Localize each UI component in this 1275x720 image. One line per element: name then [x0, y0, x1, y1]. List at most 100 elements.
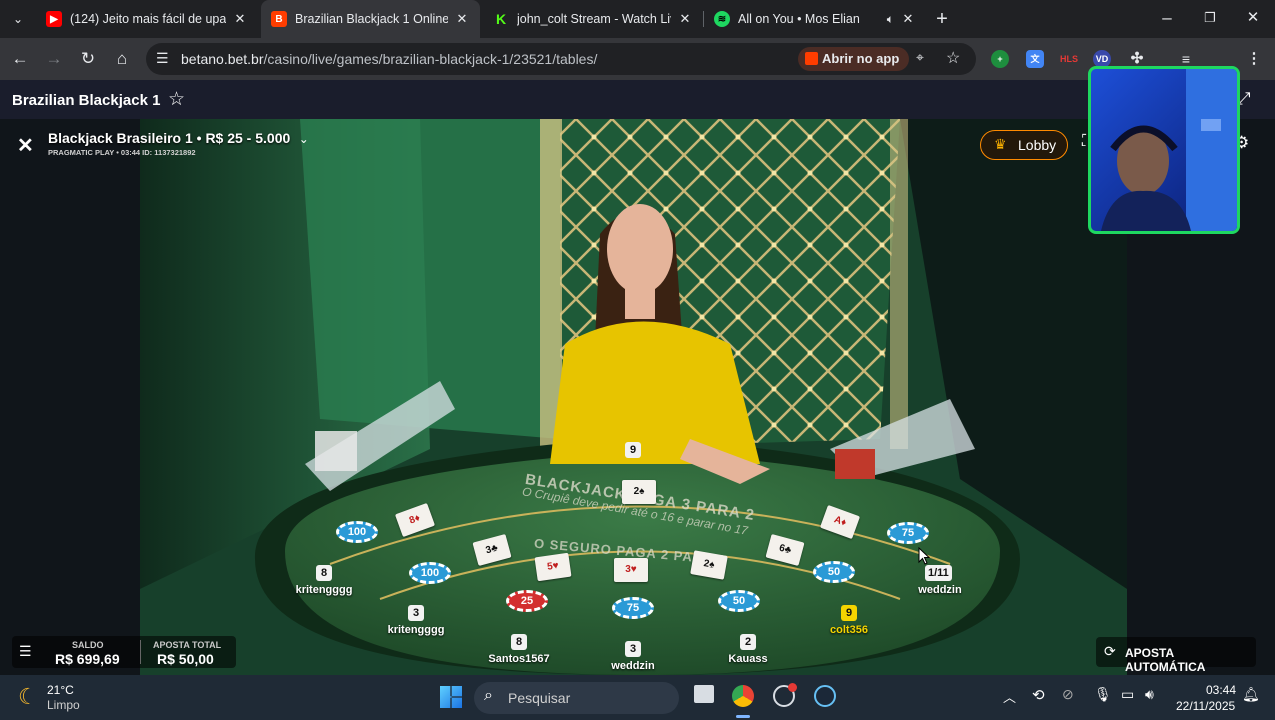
player-name: Santos1567	[488, 653, 550, 665]
table-name: Blackjack Brasileiro 1 • R$ 25 - 5.000	[48, 130, 291, 146]
refresh-cycle-icon: ⟳	[1104, 643, 1116, 659]
close-icon[interactable]: ✕	[454, 11, 470, 27]
streamer-silhouette	[1101, 69, 1237, 231]
tab-youtube[interactable]: ▶ (124) Jeito mais fácil de upar an ✕	[36, 0, 258, 38]
forward-icon[interactable]: →	[42, 47, 66, 71]
new-tab-button[interactable]: +	[930, 7, 954, 31]
notifications-bell-icon[interactable]: 🔔︎	[1242, 686, 1260, 703]
chrome-icon[interactable]	[732, 685, 754, 707]
extension-hls-icon[interactable]: HLS	[1058, 50, 1080, 68]
total-bet-label: APOSTA TOTAL	[153, 640, 222, 650]
microphone-icon[interactable]: 🎙︎	[1094, 686, 1112, 703]
translate-icon[interactable]: 文	[1026, 50, 1044, 68]
close-icon[interactable]: ✕	[232, 11, 248, 27]
tab-search-chevron-icon[interactable]: ⌄	[6, 7, 30, 31]
search-placeholder: Pesquisar	[508, 690, 571, 706]
clock-time[interactable]: 03:44	[1206, 683, 1236, 697]
balance-bar: ☰ SALDO R$ 699,69 APOSTA TOTAL R$ 50,00	[12, 636, 236, 668]
auto-bet-button[interactable]: ⟳ APOSTA AUTOMÁTICA	[1096, 637, 1256, 674]
task-view-icon[interactable]	[694, 685, 714, 703]
network-off-icon[interactable]: ⊘	[1062, 686, 1074, 703]
lobby-label: Lobby	[1018, 137, 1057, 153]
active-app-indicator	[736, 715, 750, 718]
start-button[interactable]	[440, 686, 462, 708]
studio-scene	[0, 119, 1275, 675]
auto-bet-label: APOSTA AUTOMÁTICA	[1125, 646, 1206, 674]
bet-chip: 100	[409, 562, 451, 584]
close-game-icon[interactable]: ✕	[17, 133, 34, 158]
divider	[140, 640, 141, 664]
windows-taskbar: ☾ 21°C Limpo ⌕ Pesquisar ︿ ⟲ ⊘ 🎙︎ ▭ 🔊︎ 0…	[0, 675, 1275, 720]
chevron-up-icon[interactable]: ︿	[1003, 687, 1016, 706]
spot-total-badge: 8	[511, 634, 527, 650]
volume-icon[interactable]: 🔊︎	[1145, 686, 1154, 703]
open-in-app-label: Abrir no app	[822, 51, 900, 66]
favorite-star-icon[interactable]: ☆	[168, 88, 185, 111]
extension-add-icon[interactable]: +	[991, 50, 1009, 68]
player-name: weddzin	[918, 584, 962, 596]
browser-toolbar: ← → ↻ ⌂ ☰ betano.bet.br/casino/live/game…	[0, 38, 1275, 80]
tab-strip: ⌄ ▶ (124) Jeito mais fácil de upar an ✕ …	[0, 0, 1275, 38]
dealer-total-badge: 9	[625, 442, 641, 458]
minimize-icon[interactable]: –	[1155, 6, 1179, 30]
betano-icon: B	[271, 11, 287, 27]
live-game-stage[interactable]: BLACKJACK PAGA 3 PARA 2 O Crupiê deve pe…	[0, 119, 1275, 675]
lobby-button[interactable]: ♛ Lobby	[980, 130, 1068, 160]
weather-desc: Limpo	[47, 698, 80, 712]
table-name-dropdown[interactable]: Blackjack Brasileiro 1 • R$ 25 - 5.000 ⌄	[48, 130, 309, 148]
close-window-icon[interactable]: ✕	[1241, 6, 1265, 30]
mouse-cursor-icon	[918, 547, 930, 565]
chips-stack-icon[interactable]: ☰	[19, 643, 32, 660]
browser-menu-icon[interactable]: ⋮	[1245, 50, 1263, 68]
clock-date[interactable]: 22/11/2025	[1176, 699, 1235, 713]
kick-icon: K	[495, 11, 507, 27]
bet-chip: 50	[813, 561, 855, 583]
player-name: Kauass	[728, 653, 768, 665]
tab-title: Brazilian Blackjack 1 Online - Es	[295, 12, 448, 26]
page-title: Brazilian Blackjack 1	[12, 92, 161, 109]
open-in-app-button[interactable]: Abrir no app	[798, 47, 910, 71]
player-card: 5♥	[534, 552, 572, 582]
own-spot-total-badge: 9	[841, 605, 857, 621]
steam-icon[interactable]	[814, 685, 836, 707]
bet-chip: 75	[612, 597, 654, 619]
tab-betano[interactable]: B Brazilian Blackjack 1 Online - Es ✕	[261, 0, 480, 38]
sync-icon[interactable]: ⟲	[1032, 686, 1045, 704]
url-text: betano.bet.br/casino/live/games/brazilia…	[181, 51, 597, 67]
tab-kick[interactable]: K john_colt Stream - Watch Live o ✕	[483, 0, 703, 38]
restore-icon[interactable]: ❐	[1198, 6, 1222, 30]
bookmark-star-icon[interactable]: ☆	[946, 48, 960, 68]
display-icon[interactable]: ▭	[1121, 686, 1134, 703]
balance-label: SALDO	[72, 640, 104, 650]
table-meta: PRAGMATIC PLAY • 03:44 ID: 1137321892	[48, 148, 196, 157]
chevron-down-icon: ⌄	[298, 132, 309, 146]
tab-spotify[interactable]: ≋ All on You • Mos Elian 🔈︎ ✕	[704, 0, 926, 38]
bet-chip: 100	[336, 521, 378, 543]
close-icon[interactable]: ✕	[677, 11, 693, 27]
player-name: kritengggg	[295, 584, 353, 596]
tab-title: (124) Jeito mais fácil de upar an	[70, 12, 226, 26]
player-card: 3♥	[614, 558, 648, 582]
webcam-overlay	[1088, 66, 1240, 234]
reload-icon[interactable]: ↻	[76, 47, 100, 71]
total-bet-value: R$ 50,00	[157, 651, 214, 667]
tab-title: All on You • Mos Elian	[738, 12, 860, 26]
address-bar[interactable]: ☰ betano.bet.br/casino/live/games/brazil…	[146, 43, 976, 75]
home-icon[interactable]: ⌂	[110, 47, 134, 71]
site-info-icon[interactable]: ☰	[156, 50, 169, 67]
windows-logo-icon	[440, 686, 462, 708]
back-icon[interactable]: ←	[8, 47, 32, 71]
spot-total-badge: 2	[740, 634, 756, 650]
crown-icon: ♛	[994, 136, 1007, 152]
betano-icon	[805, 52, 818, 65]
moon-weather-icon[interactable]: ☾	[18, 684, 38, 710]
speaker-icon[interactable]: 🔈︎	[887, 12, 894, 27]
player-name: weddzin	[611, 660, 655, 672]
taskbar-search-box[interactable]: ⌕ Pesquisar	[474, 682, 679, 714]
player-name: kritengggg	[387, 624, 445, 636]
url-host: betano.bet.br	[181, 51, 264, 67]
spot-total-badge: 1/11	[925, 565, 952, 581]
close-icon[interactable]: ✕	[900, 11, 916, 27]
location-pin-icon[interactable]: ⌖	[916, 49, 924, 66]
recording-dot-icon	[788, 683, 797, 692]
